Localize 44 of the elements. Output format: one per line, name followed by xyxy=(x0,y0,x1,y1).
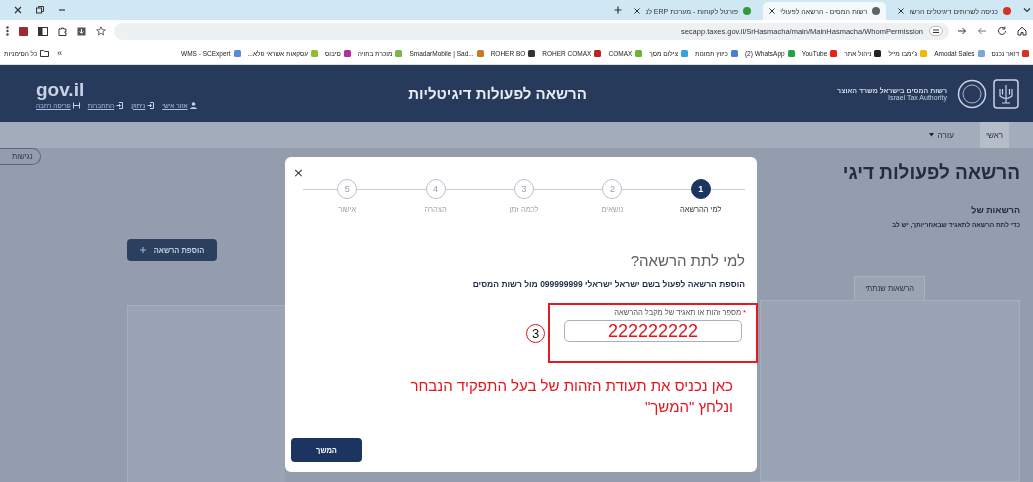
step-circle: 4 xyxy=(425,179,446,199)
star-icon[interactable] xyxy=(96,26,106,36)
menu-icon[interactable] xyxy=(6,26,9,36)
step-circle: 3 xyxy=(514,179,534,199)
close-icon[interactable] xyxy=(634,8,641,14)
permission-description: הוספת הרשאה לפעול בשם ישראל ישראלי 099999999 מול רשות המסים xyxy=(471,279,745,289)
download-icon[interactable] xyxy=(77,26,86,36)
sidebar-icon[interactable] xyxy=(38,26,48,36)
minimize-icon[interactable] xyxy=(58,6,66,14)
step-circle: 2 xyxy=(602,179,623,199)
more-bookmarks-button[interactable]: » xyxy=(57,48,63,58)
section-title: הרשאות של xyxy=(970,205,1020,215)
annotation-text: כאן נכניס את תעודת הזהות של בעל התפקיד הנבחר ונלחץ "המשך" xyxy=(409,376,734,417)
extension-icon[interactable] xyxy=(19,26,28,36)
nav-item[interactable]: עזרה xyxy=(922,122,960,148)
close-icon[interactable] xyxy=(14,6,22,14)
puzzle-icon[interactable] xyxy=(58,26,67,36)
step-circle: 1 xyxy=(690,179,711,199)
sign-in-icon xyxy=(116,101,124,109)
sign-in-icon xyxy=(147,101,155,109)
dialog-heading: למי לתת הרשאה? xyxy=(629,252,745,269)
close-icon[interactable] xyxy=(898,8,905,14)
caret-icon[interactable] xyxy=(1023,6,1031,14)
reload-icon[interactable] xyxy=(997,26,1007,36)
page-title: הרשאה לפעולות דיגי xyxy=(841,162,1020,184)
seal-icon xyxy=(957,78,987,109)
expand-width-icon xyxy=(72,101,80,109)
caret-icon xyxy=(928,133,934,137)
step-circle: 5 xyxy=(337,179,358,199)
restore-icon[interactable] xyxy=(36,6,44,14)
plus-icon xyxy=(139,247,146,253)
site-title: הרשאה לפעולות דיגיטליות xyxy=(408,85,587,102)
emblem-icon xyxy=(993,78,1019,109)
home-icon[interactable] xyxy=(1017,26,1027,36)
site-logo[interactable]: gov.il xyxy=(36,78,85,101)
person-icon xyxy=(189,101,197,109)
close-button[interactable]: × xyxy=(293,166,304,179)
site-settings-icon[interactable] xyxy=(929,26,943,36)
plus-icon[interactable] xyxy=(614,6,623,14)
folder-icon xyxy=(40,49,50,57)
id-input-field[interactable]: 222222222 xyxy=(564,320,742,342)
nav-item[interactable]: ראשי xyxy=(979,122,1009,148)
forward-arrow-icon[interactable] xyxy=(957,26,967,36)
close-icon[interactable] xyxy=(769,8,776,14)
